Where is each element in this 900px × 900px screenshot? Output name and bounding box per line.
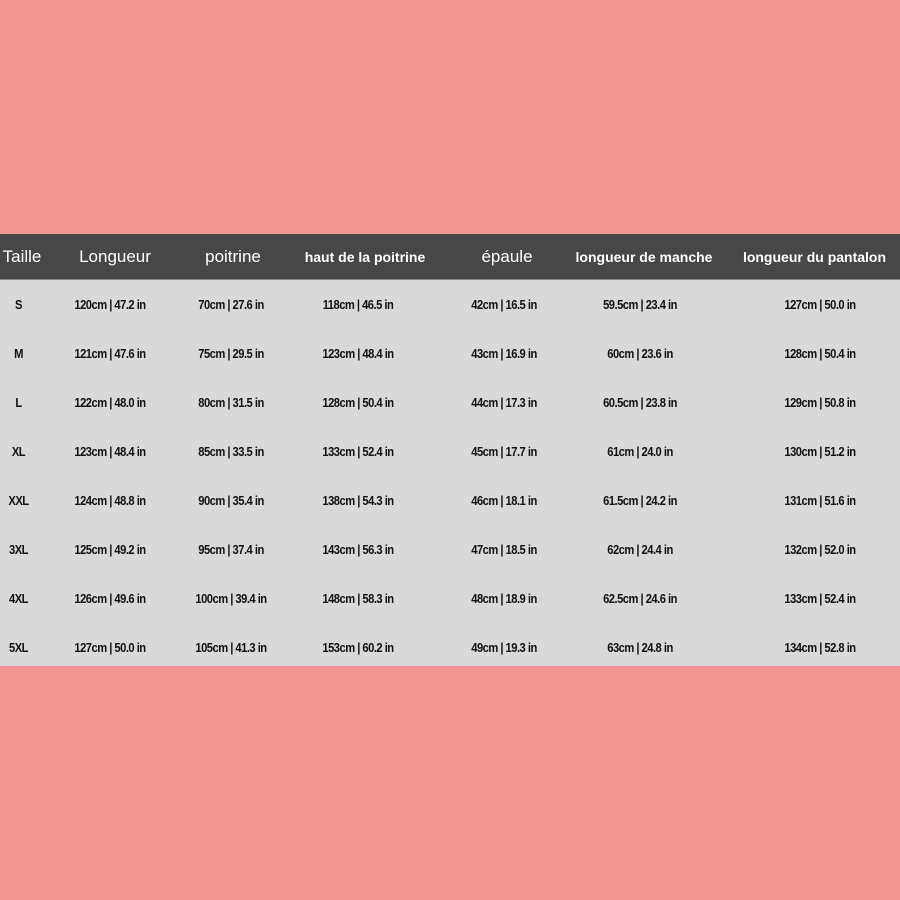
upper-chest-cell: 138cm | 54.3 in xyxy=(322,493,394,508)
sleeve-length-cell: 62.5cm | 24.6 in xyxy=(603,591,677,606)
upper-chest-cell: 153cm | 60.2 in xyxy=(322,640,394,655)
shoulder-cell: 47cm | 18.5 in xyxy=(471,542,537,557)
pants-length-cell: 134cm | 52.8 in xyxy=(784,640,856,655)
pants-length-cell: 129cm | 50.8 in xyxy=(784,395,856,410)
length-cell: 120cm | 47.2 in xyxy=(74,297,146,312)
table-row: 5XL 127cm | 50.0 in 105cm | 41.3 in 153cm |… xyxy=(0,623,900,672)
upper-chest-cell: 143cm | 56.3 in xyxy=(322,542,394,557)
shoulder-cell: 45cm | 17.7 in xyxy=(471,444,537,459)
chest-cell: 85cm | 33.5 in xyxy=(198,444,264,459)
table-row: L 122cm | 48.0 in 80cm | 31.5 in 128cm | 50… xyxy=(0,378,900,427)
table-row: S 120cm | 47.2 in 70cm | 27.6 in 118cm | 46… xyxy=(0,280,900,329)
shoulder-cell: 46cm | 18.1 in xyxy=(471,493,537,508)
table-row: XXL 124cm | 48.8 in 90cm | 35.4 in 138cm | … xyxy=(0,476,900,525)
table-row: 4XL 126cm | 49.6 in 100cm | 39.4 in 148cm |… xyxy=(0,574,900,623)
upper-chest-cell: 133cm | 52.4 in xyxy=(322,444,394,459)
sleeve-length-cell: 59.5cm | 23.4 in xyxy=(603,297,677,312)
pants-length-cell: 132cm | 52.0 in xyxy=(784,542,856,557)
column-header-sleeve-length: longueur de manche xyxy=(575,249,713,265)
table-row: M 121cm | 47.6 in 75cm | 29.5 in 123cm | 48… xyxy=(0,329,900,378)
length-cell: 126cm | 49.6 in xyxy=(74,591,146,606)
size-cell: XL xyxy=(11,444,26,459)
chest-cell: 100cm | 39.4 in xyxy=(195,591,267,606)
chest-cell: 70cm | 27.6 in xyxy=(198,297,264,312)
pants-length-cell: 127cm | 50.0 in xyxy=(784,297,856,312)
upper-chest-cell: 123cm | 48.4 in xyxy=(322,346,394,361)
size-cell: 3XL xyxy=(9,542,28,557)
column-header-shoulder: épaule xyxy=(481,247,533,266)
length-cell: 121cm | 47.6 in xyxy=(74,346,146,361)
size-cell: XXL xyxy=(8,493,29,508)
shoulder-cell: 42cm | 16.5 in xyxy=(471,297,537,312)
pants-length-cell: 133cm | 52.4 in xyxy=(784,591,856,606)
table-row: 3XL 125cm | 49.2 in 95cm | 37.4 in 143cm | … xyxy=(0,525,900,574)
pants-length-cell: 131cm | 51.6 in xyxy=(784,493,856,508)
sleeve-length-cell: 63cm | 24.8 in xyxy=(607,640,673,655)
column-header-pants-length: longueur du pantalon xyxy=(742,249,887,265)
table-row: XL 123cm | 48.4 in 85cm | 33.5 in 133cm | 5… xyxy=(0,427,900,476)
upper-chest-cell: 148cm | 58.3 in xyxy=(322,591,394,606)
chest-cell: 80cm | 31.5 in xyxy=(198,395,264,410)
shoulder-cell: 43cm | 16.9 in xyxy=(471,346,537,361)
shoulder-cell: 48cm | 18.9 in xyxy=(471,591,537,606)
size-cell: 5XL xyxy=(9,640,28,655)
chest-cell: 95cm | 37.4 in xyxy=(198,542,264,557)
column-header-chest: poitrine xyxy=(205,247,261,266)
table-body: S 120cm | 47.2 in 70cm | 27.6 in 118cm | 46… xyxy=(0,280,900,672)
size-cell: S xyxy=(15,297,22,312)
sleeve-length-cell: 62cm | 24.4 in xyxy=(607,542,673,557)
column-header-upper-chest: haut de la poitrine xyxy=(304,249,426,265)
shoulder-cell: 44cm | 17.3 in xyxy=(471,395,537,410)
pants-length-cell: 130cm | 51.2 in xyxy=(784,444,856,459)
size-cell: L xyxy=(15,395,22,410)
sleeve-length-cell: 61.5cm | 24.2 in xyxy=(603,493,677,508)
table-header-row: Taille Longueur poitrine haut de la poit… xyxy=(0,234,900,280)
length-cell: 124cm | 48.8 in xyxy=(74,493,146,508)
upper-chest-cell: 118cm | 46.5 in xyxy=(322,297,394,312)
sleeve-length-cell: 61cm | 24.0 in xyxy=(607,444,673,459)
pants-length-cell: 128cm | 50.4 in xyxy=(784,346,856,361)
length-cell: 122cm | 48.0 in xyxy=(74,395,146,410)
length-cell: 125cm | 49.2 in xyxy=(74,542,146,557)
sleeve-length-cell: 60.5cm | 23.8 in xyxy=(603,395,677,410)
column-header-length: Longueur xyxy=(79,247,151,266)
size-cell: 4XL xyxy=(9,591,28,606)
shoulder-cell: 49cm | 19.3 in xyxy=(471,640,537,655)
size-chart-table: Taille Longueur poitrine haut de la poit… xyxy=(0,234,900,666)
length-cell: 127cm | 50.0 in xyxy=(74,640,146,655)
upper-chest-cell: 128cm | 50.4 in xyxy=(322,395,394,410)
chest-cell: 90cm | 35.4 in xyxy=(198,493,264,508)
chest-cell: 105cm | 41.3 in xyxy=(195,640,267,655)
column-header-size: Taille xyxy=(2,247,42,266)
chest-cell: 75cm | 29.5 in xyxy=(198,346,264,361)
sleeve-length-cell: 60cm | 23.6 in xyxy=(607,346,673,361)
length-cell: 123cm | 48.4 in xyxy=(74,444,146,459)
size-cell: M xyxy=(14,346,23,361)
